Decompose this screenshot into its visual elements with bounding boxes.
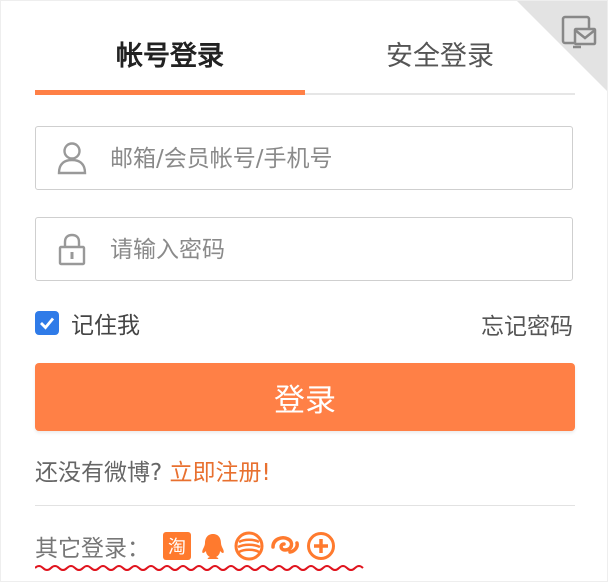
qq-icon[interactable] [198,531,228,561]
svg-text:淘: 淘 [168,537,186,558]
plus-icon[interactable] [306,531,336,561]
tab-account-login[interactable]: 帐号登录 [35,31,305,91]
password-input[interactable] [108,228,552,272]
china-mobile-icon[interactable] [234,531,264,561]
login-tabs: 帐号登录 安全登录 [35,31,575,95]
remember-label: 记住我 [71,313,140,339]
username-field[interactable] [35,126,573,190]
username-input[interactable] [108,137,552,181]
spellcheck-underline [35,565,364,571]
user-icon [57,142,87,175]
remember-checkbox[interactable] [35,311,59,335]
divider [35,505,575,506]
forgot-password-link[interactable]: 忘记密码 [481,307,573,341]
tianyi-icon[interactable] [270,531,300,561]
register-prompt: 还没有微博? [35,460,163,486]
tab-secure-login[interactable]: 安全登录 [305,31,575,91]
register-row: 还没有微博? 立即注册! [35,453,271,487]
remember-me[interactable]: 记住我 [35,309,140,339]
other-login-row: 其它登录： 淘 [35,529,336,563]
register-link[interactable]: 立即注册! [170,460,271,486]
login-panel: 帐号登录 安全登录 记住我 忘记密码 登录 还没有微博? 立即注册! [0,0,608,582]
check-icon [40,317,55,330]
taobao-icon[interactable]: 淘 [162,531,192,561]
active-tab-indicator [35,90,305,95]
login-button[interactable]: 登录 [35,363,575,431]
other-login-label: 其它登录： [35,536,150,562]
password-field[interactable] [35,217,573,281]
lock-icon [58,233,86,266]
